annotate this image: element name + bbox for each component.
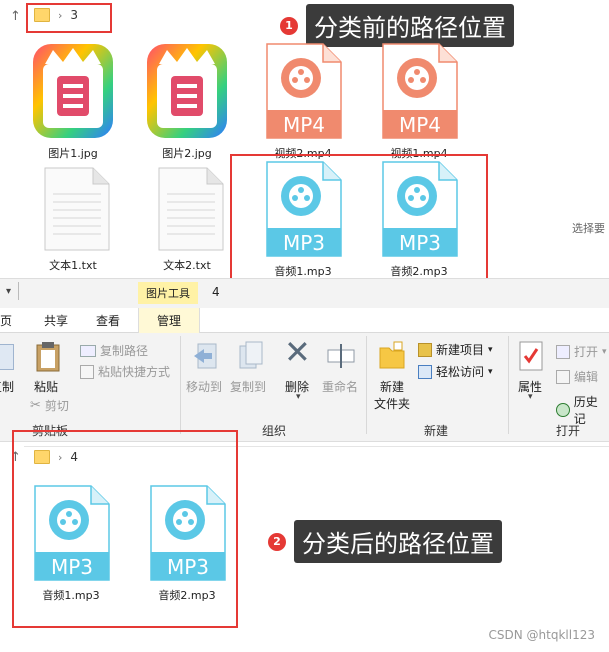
new-item-label: 新建项目 (436, 343, 485, 357)
group-separator (180, 336, 181, 434)
group-organize: 组织 (262, 424, 287, 438)
copy-path-label: 复制路径 (100, 344, 149, 358)
properties-icon (519, 341, 543, 371)
edit-label: 编辑 (574, 370, 599, 384)
file-item[interactable]: 文本1.txt (28, 166, 118, 273)
context-tab-header: 图片工具 (138, 282, 198, 304)
image-app-icon (33, 44, 113, 138)
tab-share[interactable]: 共享 (44, 312, 68, 329)
copy-to-button[interactable]: 复制到 (230, 378, 266, 395)
up-arrow-icon[interactable]: ↑ (10, 9, 21, 24)
chevron-down-icon: ▾ (488, 366, 493, 377)
mp4-badge: MP4 (283, 113, 325, 137)
paste-icon (36, 342, 60, 372)
file-name: 文本2.txt (163, 259, 211, 272)
easy-access-icon (418, 364, 432, 379)
paste-button[interactable]: 粘贴 (34, 378, 58, 395)
new-folder-button-line2: 文件夹 (374, 397, 411, 411)
paste-shortcut-label: 粘贴快捷方式 (98, 365, 171, 379)
highlight-top-address (26, 3, 112, 33)
history-icon (556, 403, 570, 417)
group-separator (508, 336, 509, 434)
group-separator (366, 336, 367, 434)
group-open: 打开 (556, 424, 581, 438)
chevron-down-icon: ▾ (528, 392, 533, 402)
new-item-icon (418, 342, 432, 357)
annotation-before: 1 分类前的路径位置 (280, 4, 514, 47)
new-folder-icon (379, 341, 405, 369)
file-item[interactable]: 图片2.jpg (142, 42, 232, 161)
copy-button[interactable]: 复制 (0, 378, 14, 395)
open-icon (556, 344, 570, 359)
annotation-after: 2 分类后的路径位置 (268, 520, 502, 563)
easy-access-label: 轻松访问 (436, 365, 485, 379)
file-item[interactable]: MP4 视频1.mp4 (374, 42, 464, 161)
move-to-icon (194, 343, 217, 369)
chevron-down-icon: ▾ (602, 346, 607, 357)
open-label: 打开 (574, 345, 599, 359)
chevron-down-icon: ▾ (488, 344, 493, 355)
copy-path-icon (80, 344, 96, 357)
open-button[interactable]: 打开 ▾ (556, 343, 607, 360)
new-folder-button[interactable]: 新建 (380, 378, 404, 395)
image-app-icon (147, 44, 227, 138)
copy-to-icon (239, 341, 263, 369)
edit-button[interactable]: 编辑 (556, 368, 598, 385)
file-item[interactable]: 文本2.txt (142, 166, 232, 273)
rename-button[interactable]: 重命名 (322, 378, 358, 395)
watermark: CSDN @htqkll123 (488, 628, 595, 642)
annotation-number: 1 (280, 16, 298, 35)
edit-icon (556, 369, 570, 384)
preview-hint: 选择要 (572, 222, 605, 235)
annotation-text: 分类前的路径位置 (306, 4, 514, 47)
mp4-file-icon: MP4 (382, 43, 458, 139)
tab-manage[interactable]: 管理 (138, 308, 200, 333)
rename-icon (327, 344, 355, 368)
paste-shortcut-icon (80, 364, 94, 379)
easy-access-button[interactable]: 轻松访问 ▾ (418, 363, 493, 380)
window-title: 4 (212, 285, 220, 299)
tab-home[interactable]: 主页 (0, 312, 12, 329)
group-new: 新建 (424, 424, 449, 438)
cut-label: 剪切 (44, 399, 69, 413)
file-name: 图片1.jpg (48, 147, 98, 160)
mp4-badge: MP4 (399, 113, 441, 137)
text-file-icon (44, 167, 110, 251)
scissors-icon: ✂ (30, 398, 41, 413)
tab-view[interactable]: 查看 (96, 312, 120, 329)
divider (18, 282, 19, 300)
highlight-mp3-after (12, 430, 238, 628)
text-file-icon (158, 167, 224, 251)
paste-shortcut-button[interactable]: 粘贴快捷方式 (80, 363, 170, 380)
new-item-button[interactable]: 新建项目 ▾ (418, 341, 493, 358)
annotation-number: 2 (268, 532, 286, 551)
annotation-text: 分类后的路径位置 (294, 520, 502, 563)
file-item[interactable]: 图片1.jpg (28, 42, 118, 161)
file-name: 文本1.txt (49, 259, 97, 272)
cut-button[interactable]: ✂ 剪切 (30, 397, 69, 414)
mp4-file-icon: MP4 (266, 43, 342, 139)
move-to-button[interactable]: 移动到 (186, 378, 222, 395)
copy-icon (0, 344, 14, 370)
file-name: 图片2.jpg (162, 147, 212, 160)
ribbon-tab-bar (0, 308, 609, 333)
file-item[interactable]: MP4 视频2.mp4 (258, 42, 348, 161)
delete-icon: ✕ (284, 333, 311, 371)
quick-access-dropdown-icon[interactable]: ▾ (6, 286, 11, 297)
chevron-down-icon: ▾ (296, 392, 301, 402)
copy-path-button[interactable]: 复制路径 (80, 342, 148, 359)
